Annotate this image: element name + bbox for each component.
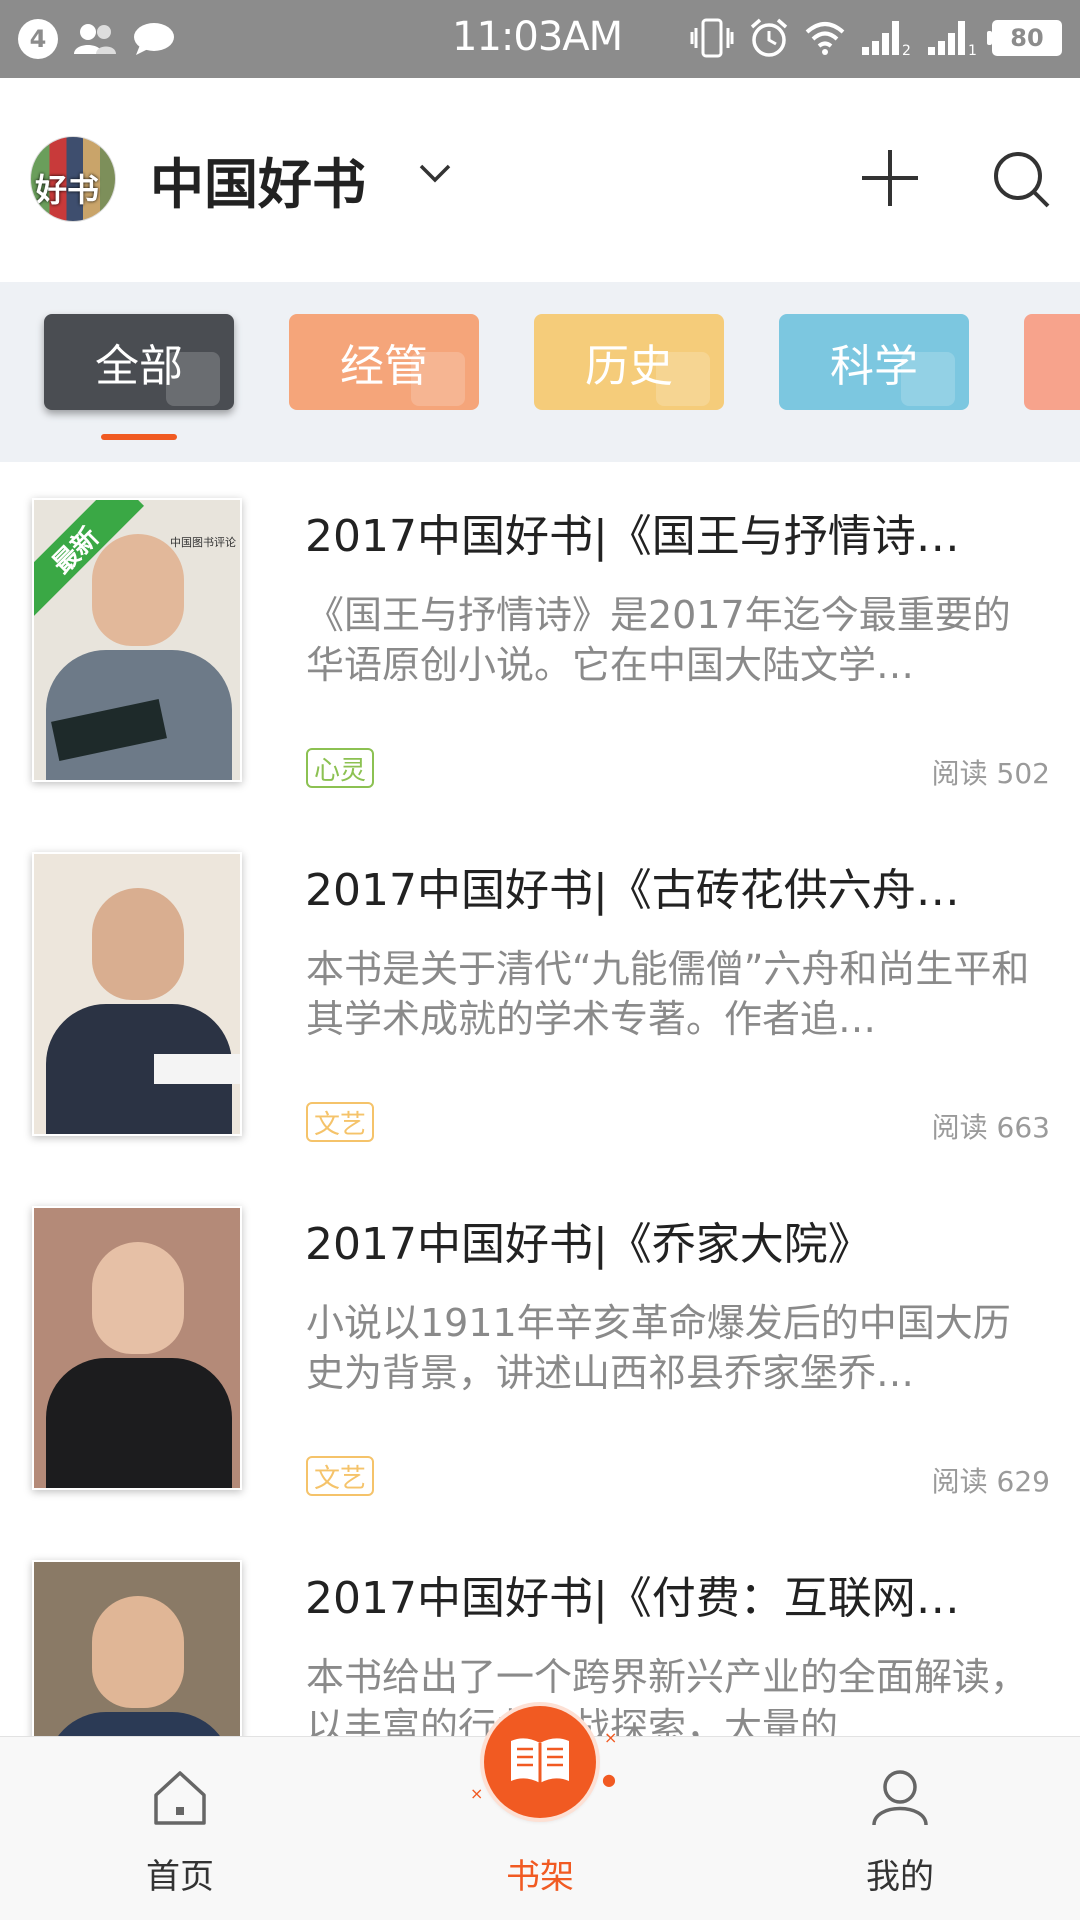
tab-label: 历史	[585, 341, 673, 392]
spark-decor-icon: ×	[470, 1784, 484, 1803]
page-title[interactable]: 中国好书	[150, 140, 366, 219]
tab-all[interactable]: 全部	[44, 314, 234, 410]
active-tab-indicator	[101, 434, 177, 440]
list-item[interactable]: 中国图书评论 最新 2017中国好书|《国王与抒情诗… 《国王与抒情诗》是201…	[0, 462, 1080, 816]
wifi-icon	[805, 22, 845, 55]
tab-label: 科学	[830, 341, 918, 392]
article-title: 2017中国好书|《国王与抒情诗…	[305, 511, 960, 562]
open-book-icon	[511, 1738, 569, 1783]
tab-label: 全部	[95, 341, 183, 392]
home-icon	[154, 1771, 206, 1825]
category-tag: 文艺	[306, 1456, 375, 1496]
app-header: 好书 中国好书	[0, 78, 1080, 282]
signal-2-icon: 2	[862, 21, 911, 57]
article-title: 2017中国好书|《古砖花供六舟…	[305, 865, 960, 916]
category-tabs: 全部 经管 历史 科学	[0, 282, 1080, 462]
contacts-icon	[74, 24, 116, 54]
article-list: 中国图书评论 最新 2017中国好书|《国王与抒情诗… 《国王与抒情诗》是201…	[0, 462, 1080, 1878]
article-title: 2017中国好书|《乔家大院》	[305, 1219, 872, 1270]
category-tag: 心灵	[306, 748, 375, 788]
nav-home[interactable]: 首页	[80, 1737, 280, 1920]
article-thumbnail: 中国图书评论 最新	[32, 498, 242, 782]
article-description: 《国王与抒情诗》是2017年迄今最重要的华语原创小说。它在中国大陆文学…	[306, 593, 1011, 687]
category-tag: 文艺	[306, 1102, 375, 1142]
article-thumbnail	[32, 1206, 242, 1490]
avatar-text: 好书	[35, 171, 100, 209]
article-thumbnail	[32, 852, 242, 1136]
nav-mine[interactable]: 我的	[800, 1737, 1000, 1920]
svg-text:2: 2	[902, 43, 911, 57]
read-count: 阅读 629	[931, 1465, 1050, 1498]
vibrate-icon	[690, 18, 734, 58]
svg-text:1: 1	[968, 43, 977, 57]
article-description: 本书是关于清代“九能儒僧”六舟和尚生平和其学术成就的学术专著。作者追…	[306, 947, 1030, 1041]
desk-shape	[154, 1054, 240, 1084]
alarm-icon	[750, 18, 788, 57]
spark-decor-icon: ●	[602, 1770, 616, 1789]
status-bar: 4 11:03AM 2 1 80	[0, 0, 1080, 78]
shelf-book-button[interactable]	[484, 1706, 596, 1818]
profile-icon	[872, 1770, 928, 1826]
chat-icon	[134, 23, 174, 55]
status-time: 11:03AM	[452, 14, 623, 60]
notification-count-badge: 4	[18, 19, 58, 59]
chevron-down-icon[interactable]	[418, 162, 452, 184]
nav-home-label: 首页	[146, 1857, 214, 1897]
tab-history[interactable]: 历史	[534, 314, 724, 410]
thumbnail-logo-text: 中国图书评论	[170, 536, 236, 549]
tab-more-partial[interactable]	[1024, 314, 1080, 410]
account-avatar[interactable]: 好书	[30, 136, 116, 222]
read-count: 阅读 663	[931, 1111, 1050, 1144]
spark-decor-icon: ×	[604, 1728, 618, 1747]
search-icon[interactable]	[992, 150, 1052, 210]
nav-shelf-label: 书架	[506, 1857, 574, 1897]
article-description: 小说以1911年辛亥革命爆发后的中国大历史为背景，讲述山西祁县乔家堡乔…	[306, 1301, 1011, 1395]
article-title: 2017中国好书|《付费：互联网…	[305, 1573, 960, 1624]
tab-label: 经管	[340, 341, 428, 392]
battery-icon: 80	[987, 20, 1062, 56]
list-item[interactable]: 2017中国好书|《古砖花供六舟… 本书是关于清代“九能儒僧”六舟和尚生平和其学…	[0, 816, 1080, 1170]
signal-1-icon: 1	[928, 21, 977, 57]
app-screen: 4 11:03AM 2 1 80 好书 中国好书 全部 经管 历史 科学 中国图…	[0, 0, 1080, 1920]
list-item[interactable]: 2017中国好书|《乔家大院》 小说以1911年辛亥革命爆发后的中国大历史为背景…	[0, 1170, 1080, 1524]
tab-business[interactable]: 经管	[289, 314, 479, 410]
nav-mine-label: 我的	[866, 1857, 934, 1897]
tab-science[interactable]: 科学	[779, 314, 969, 410]
read-count: 阅读 502	[931, 757, 1050, 790]
add-icon[interactable]	[860, 148, 920, 208]
